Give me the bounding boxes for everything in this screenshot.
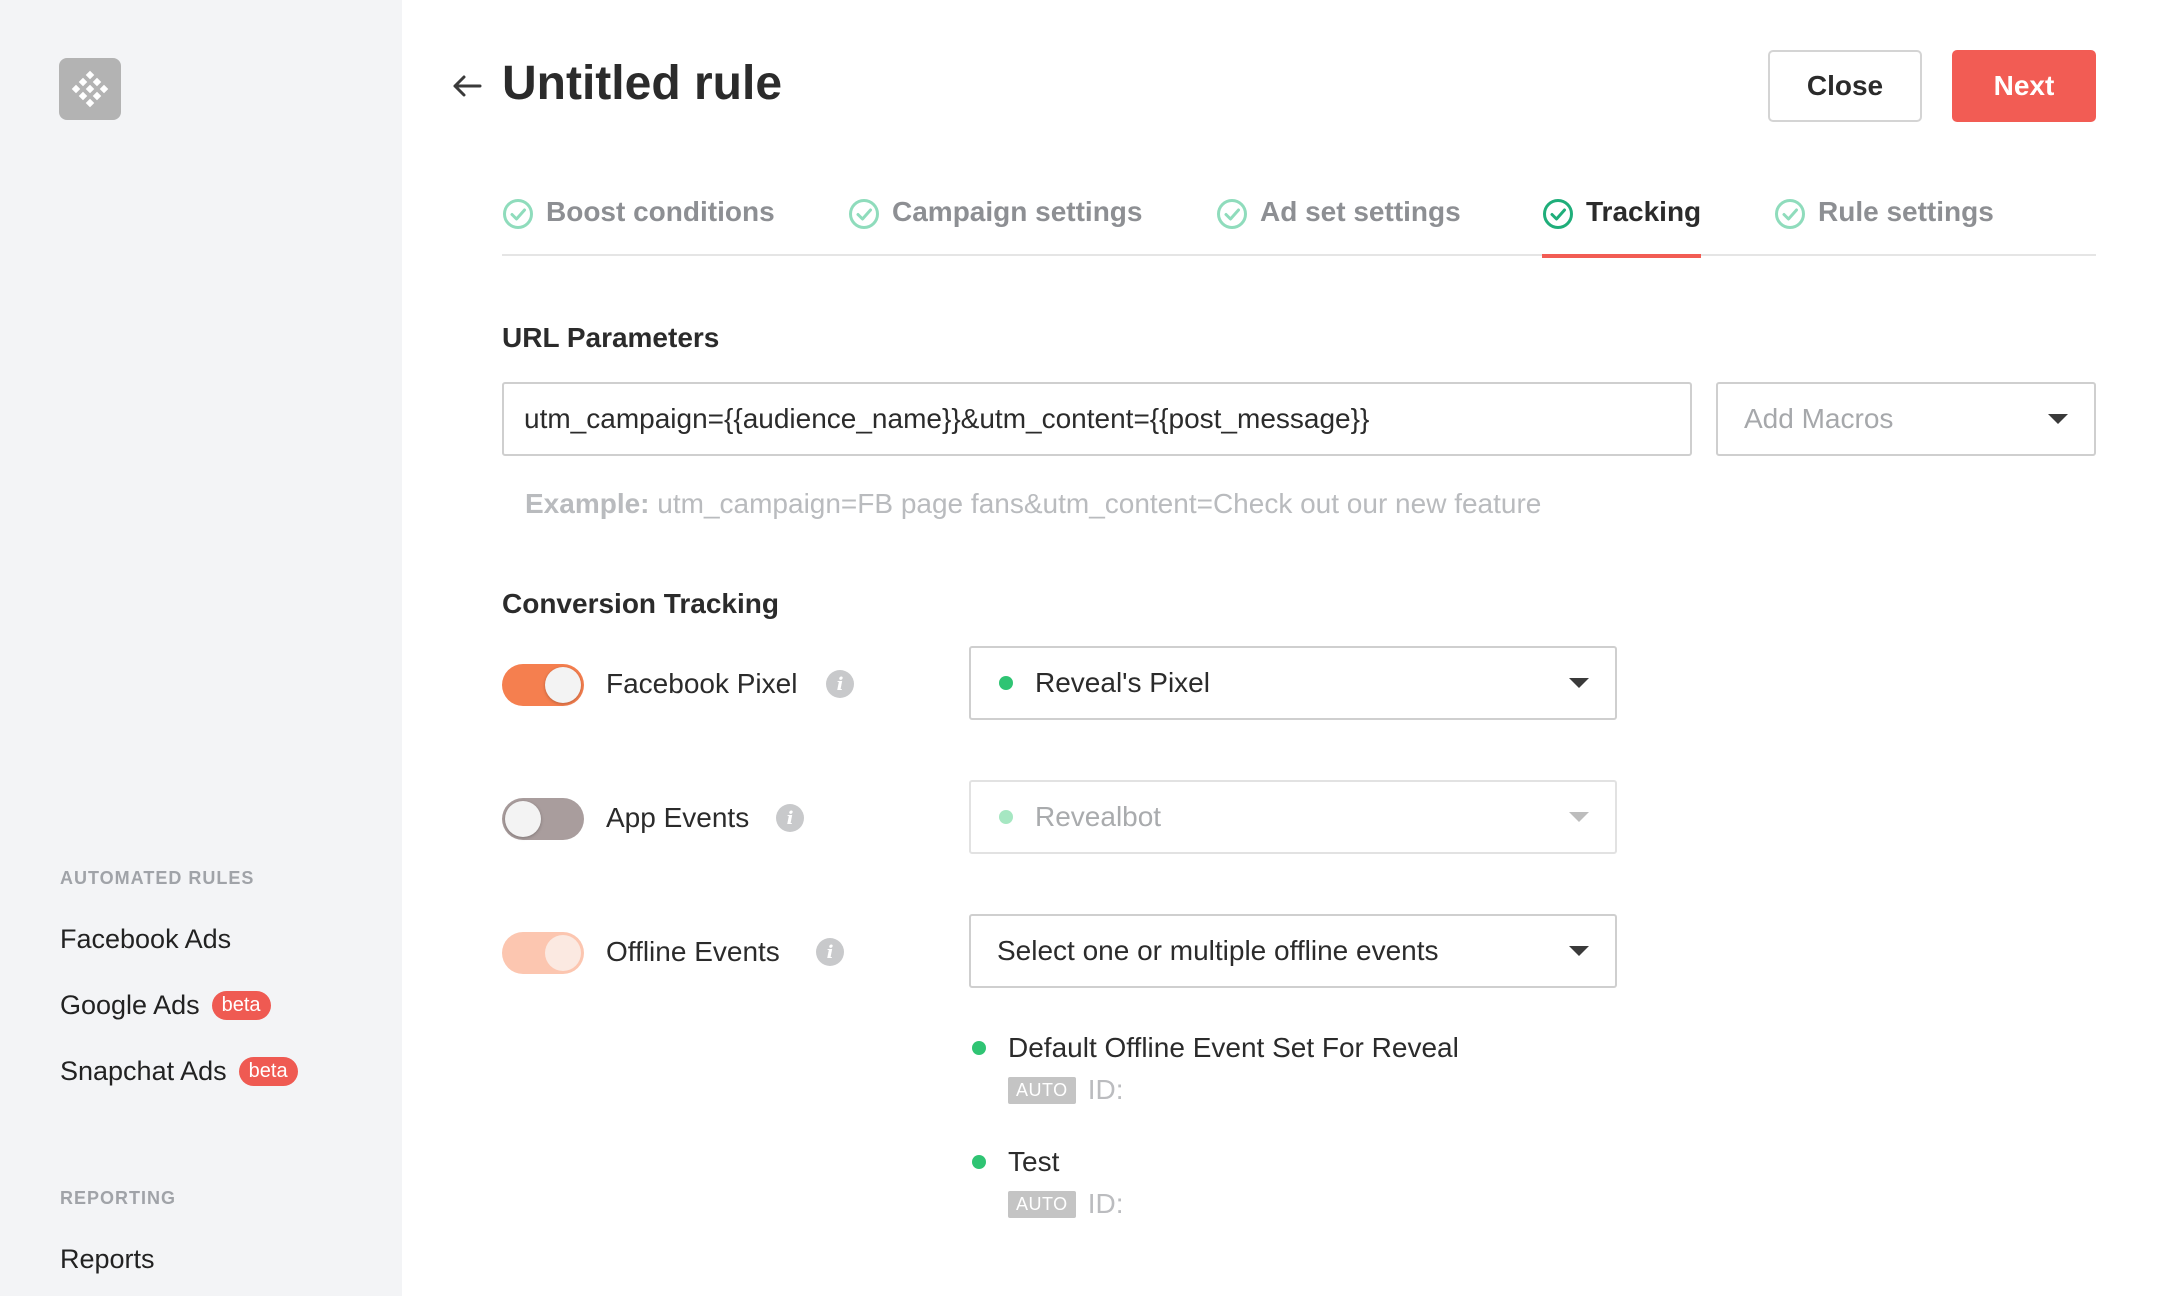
toggle-knob <box>545 667 581 703</box>
info-icon[interactable]: i <box>776 804 804 832</box>
app-events-select[interactable]: Revealbot <box>969 780 1617 854</box>
status-dot <box>999 676 1013 690</box>
sidebar-item-label: Google Ads <box>60 990 200 1020</box>
status-dot <box>972 1041 986 1055</box>
sidebar-item-label: Snapchat Ads <box>60 1056 227 1086</box>
sidebar-item-label: Facebook Ads <box>60 924 232 954</box>
status-dot <box>999 810 1013 824</box>
revealbot-logo-icon[interactable] <box>59 58 121 120</box>
section-title-automated-rules: AUTOMATED RULES <box>60 868 255 888</box>
check-circle-icon <box>1217 199 1247 229</box>
tab-label: Campaign settings <box>892 196 1143 227</box>
facebook-pixel-toggle[interactable] <box>502 664 584 706</box>
auto-badge: AUTO <box>1008 1076 1076 1104</box>
tab-campaign-settings[interactable]: Campaign settings <box>848 196 1142 256</box>
event-set-name: Test <box>1008 1146 1060 1177</box>
app-events-label: App Events <box>606 802 750 833</box>
offline-event-set-item: Default Offline Event Set For Reveal AUT… <box>972 1032 1459 1106</box>
toggle-knob <box>505 801 541 837</box>
add-macros-placeholder: Add Macros <box>1744 403 1894 434</box>
facebook-pixel-select[interactable]: Reveal's Pixel <box>969 646 1617 720</box>
auto-badge: AUTO <box>1008 1190 1076 1218</box>
step-tabs: Boost conditions Campaign settings Ad se… <box>502 196 2096 258</box>
app-events-toggle[interactable] <box>502 798 584 840</box>
url-example: Example: utm_campaign=FB page fans&utm_c… <box>525 488 1541 520</box>
status-dot <box>972 1155 986 1169</box>
url-parameters-input[interactable]: utm_campaign={{audience_name}}&utm_conte… <box>502 382 1692 456</box>
chevron-down-icon <box>1569 812 1589 822</box>
check-circle-icon <box>503 199 533 229</box>
tab-label: Boost conditions <box>546 196 775 227</box>
tab-label: Ad set settings <box>1260 196 1461 227</box>
check-circle-icon <box>1543 199 1573 229</box>
offline-events-toggle[interactable] <box>502 932 584 974</box>
example-text: utm_campaign=FB page fans&utm_content=Ch… <box>649 488 1542 519</box>
sidebar: AUTOMATED RULES Facebook Ads Google Ads … <box>0 0 402 1296</box>
check-circle-icon <box>849 199 879 229</box>
toggle-knob <box>545 935 581 971</box>
chevron-down-icon <box>1569 678 1589 688</box>
sidebar-item-label: Reports <box>60 1244 155 1274</box>
event-set-id: ID: <box>1087 1188 1124 1219</box>
chevron-down-icon <box>2048 414 2068 424</box>
event-set-id: ID: <box>1087 1074 1124 1105</box>
conversion-tracking-label: Conversion Tracking <box>502 588 779 619</box>
next-button[interactable]: Next <box>1952 50 2096 122</box>
page-title: Untitled rule <box>502 57 783 110</box>
section-title-reporting: REPORTING <box>60 1188 177 1208</box>
app-events-value: Revealbot <box>1035 801 1162 832</box>
sidebar-item-facebook-ads[interactable]: Facebook Ads <box>60 924 231 955</box>
tab-label: Rule settings <box>1818 196 1994 227</box>
url-parameters-label: URL Parameters <box>502 322 720 353</box>
close-button[interactable]: Close <box>1768 50 1922 122</box>
arrow-left-icon[interactable] <box>450 72 482 100</box>
beta-badge: beta <box>238 1057 298 1086</box>
offline-events-label: Offline Events <box>606 936 780 967</box>
tab-tracking[interactable]: Tracking <box>1542 196 1702 258</box>
info-icon[interactable]: i <box>816 938 844 966</box>
tab-boost-conditions[interactable]: Boost conditions <box>502 196 775 256</box>
tab-label: Tracking <box>1586 196 1702 227</box>
facebook-pixel-value: Reveal's Pixel <box>1035 667 1210 698</box>
sidebar-item-google-ads[interactable]: Google Ads beta <box>60 990 271 1021</box>
check-circle-icon <box>1775 199 1805 229</box>
sidebar-item-snapchat-ads[interactable]: Snapchat Ads beta <box>60 1056 298 1087</box>
tab-rule-settings[interactable]: Rule settings <box>1774 196 1994 256</box>
offline-events-select[interactable]: Select one or multiple offline events <box>969 914 1617 988</box>
url-parameters-value: utm_campaign={{audience_name}}&utm_conte… <box>524 403 1370 434</box>
offline-event-set-item: Test AUTO ID: <box>972 1146 1123 1220</box>
add-macros-dropdown[interactable]: Add Macros <box>1716 382 2096 456</box>
info-icon[interactable]: i <box>826 670 854 698</box>
sidebar-item-reports[interactable]: Reports <box>60 1244 155 1275</box>
tab-ad-set-settings[interactable]: Ad set settings <box>1216 196 1461 256</box>
event-set-name: Default Offline Event Set For Reveal <box>1008 1032 1459 1063</box>
chevron-down-icon <box>1569 946 1589 956</box>
offline-events-placeholder: Select one or multiple offline events <box>997 935 1439 966</box>
beta-badge: beta <box>211 991 271 1020</box>
facebook-pixel-label: Facebook Pixel <box>606 668 798 699</box>
example-label: Example: <box>525 488 650 519</box>
